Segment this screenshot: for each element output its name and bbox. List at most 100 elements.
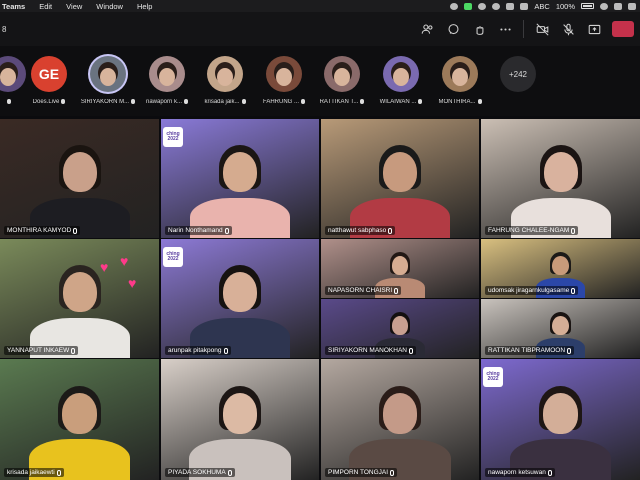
face: [543, 152, 578, 193]
face: [62, 392, 97, 434]
video-tile[interactable]: natthawut sabphaso: [321, 119, 479, 238]
mic-icon: [227, 469, 232, 476]
strip-participant[interactable]: nawaporn k...: [135, 54, 199, 114]
participant-name: PIYADA SOKHUMA: [168, 469, 226, 476]
participant-name: Does.Live: [32, 99, 60, 106]
video-tile[interactable]: NAPASORN CHAISRI: [321, 239, 479, 298]
video-tile[interactable]: MONTHIRA KAMYOD: [0, 119, 159, 238]
mic-icon: [394, 287, 399, 294]
video-tile[interactable]: udomsak jiragarnkulgasame: [481, 239, 640, 298]
battery-icon[interactable]: [581, 3, 594, 9]
mic-icon: [61, 99, 66, 104]
video-tile[interactable]: RATTIKAN TIBPRAMOON: [481, 299, 640, 358]
strip-participant-name: RATTIKAN T...: [310, 99, 374, 105]
face: [552, 255, 569, 276]
mic-icon: [73, 227, 78, 234]
mic-off-icon[interactable]: [560, 21, 576, 37]
more-participants-button[interactable]: +242: [486, 54, 550, 114]
mic-icon: [301, 99, 305, 104]
search-icon[interactable]: [614, 2, 622, 10]
participant-name: PIMPORN TONGJAI: [328, 469, 389, 476]
leave-icon[interactable]: [612, 21, 634, 37]
camera-off-icon[interactable]: [534, 21, 550, 37]
input-source-label[interactable]: ABC: [534, 2, 549, 11]
participant-name: RATTIKAN T...: [319, 99, 359, 106]
people-icon[interactable]: [419, 21, 435, 37]
participant-name-tag: MONTHIRA KAMYOD: [4, 226, 81, 235]
chat-icon[interactable]: [445, 21, 461, 37]
video-tile[interactable]: ♥ ♥ ♥ YANNAPUT INKAEW: [0, 239, 159, 358]
video-tile[interactable]: PIYADA SOKHUMA: [161, 359, 319, 480]
participant-name: SIRIYAKORN M...: [80, 99, 130, 106]
app-menu[interactable]: Teams: [2, 2, 25, 11]
mic-icon: [360, 99, 365, 104]
avatar-photo: [393, 68, 409, 86]
participant-name-tag: FAHRUNG CHALEE-NGAM: [485, 226, 579, 235]
avatar: [266, 56, 302, 92]
strip-participant-name: MONTHIRA...: [428, 99, 492, 105]
strip-participant[interactable]: WILAIWAN ...: [369, 54, 433, 114]
video-tile[interactable]: ching 2022 nawaporn ketsuwan: [481, 359, 640, 480]
participant-name: krisada jaik...: [204, 99, 240, 106]
face: [543, 392, 578, 434]
strip-participant[interactable]: RATTIKAN T...: [310, 54, 374, 114]
strip-participant-name: krisada jaik...: [193, 99, 257, 105]
strip-participant[interactable]: SIRIYAKORN M...: [76, 54, 140, 114]
participant-name-tag: natthawut sabphaso: [325, 226, 396, 235]
wifi-icon[interactable]: [600, 2, 608, 10]
participant-name: NAPASORN CHAISRI: [328, 287, 393, 294]
participant-video: [161, 239, 319, 358]
share-screen-icon[interactable]: [586, 21, 602, 37]
strip-participant[interactable]: krisada jaik...: [193, 54, 257, 114]
mic-icon: [56, 469, 61, 476]
reactions-icon[interactable]: [471, 21, 487, 37]
video-tile[interactable]: krisada jaikaewti: [0, 359, 159, 480]
mic-icon: [477, 99, 482, 104]
input-source-icon[interactable]: [520, 2, 529, 10]
participant-name: WILAIWAN ...: [379, 99, 417, 106]
face: [382, 392, 418, 434]
face: [223, 272, 257, 313]
mic-icon: [408, 347, 413, 354]
menu-view[interactable]: View: [66, 2, 82, 11]
participant-video: [481, 359, 640, 480]
participant-name-tag: udomsak jiragarnkulgasame: [485, 286, 579, 295]
video-tile[interactable]: SIRIYAKORN MANOKHAN: [321, 299, 479, 358]
toolbar-divider: [523, 20, 524, 38]
macos-menubar: Teams Edit View Window Help ABC 100%: [0, 0, 640, 12]
video-tile[interactable]: ching 2022 Narin Nonthamand: [161, 119, 319, 238]
video-tile[interactable]: PIMPORN TONGJAI: [321, 359, 479, 480]
participant-name: MONTHIRA...: [438, 99, 476, 106]
menu-help[interactable]: Help: [137, 2, 152, 11]
control-center-icon[interactable]: [628, 2, 636, 10]
participant-strip: GE Does.Live SIRIYAKORN M... nawaporn k... k…: [0, 46, 640, 116]
mic-icon: [567, 347, 572, 354]
video-tile[interactable]: ching 2022 arunpak pitakpong: [161, 239, 319, 358]
strip-participant[interactable]: GE Does.Live: [17, 54, 81, 114]
menu-edit[interactable]: Edit: [39, 2, 52, 11]
display-icon[interactable]: [506, 2, 515, 10]
menu-window[interactable]: Window: [96, 2, 123, 11]
play-icon[interactable]: [492, 2, 501, 10]
more-options-icon[interactable]: [497, 21, 513, 37]
face: [222, 392, 258, 434]
heart-sticker: ♥: [120, 253, 129, 269]
line-icon[interactable]: [464, 2, 473, 10]
video-grid: MONTHIRA KAMYOD ching 2022 Narin Nonthaman…: [0, 119, 640, 480]
participant-video: [161, 359, 319, 480]
mic-icon: [388, 227, 393, 234]
participant-name: YANNAPUT INKAEW: [7, 347, 70, 354]
video-tile[interactable]: FAHRUNG CHALEE-NGAM: [481, 119, 640, 238]
participant-name-tag: nawaporn ketsuwan: [485, 468, 555, 477]
strip-participant[interactable]: FAHRUNG ...: [252, 54, 316, 114]
avatar: [442, 56, 478, 92]
status-icon[interactable]: [450, 2, 459, 10]
participant-name: nawaporn k...: [145, 99, 183, 106]
status-icon[interactable]: [478, 2, 487, 10]
strip-participant[interactable]: MONTHIRA...: [428, 54, 492, 114]
event-logo: ching 2022: [163, 127, 183, 147]
mic-icon: [224, 227, 229, 234]
avatar-photo: [217, 68, 233, 86]
avatar: [90, 56, 126, 92]
strip-participant-name: SIRIYAKORN M...: [76, 99, 140, 105]
